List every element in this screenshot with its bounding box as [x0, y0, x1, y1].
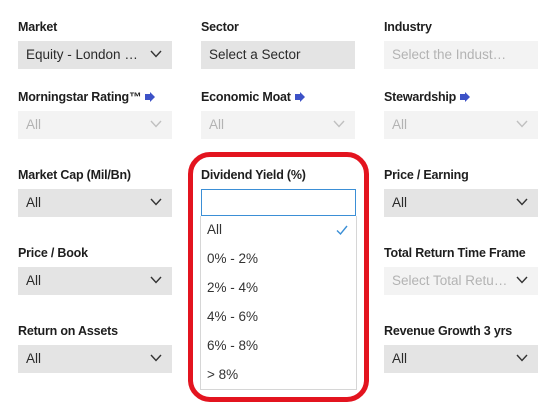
dividend-yield-option[interactable]: > 8%: [207, 363, 352, 387]
return-on-assets-label: Return on Assets: [18, 324, 118, 338]
sector-select[interactable]: Select a Sector: [201, 41, 355, 69]
stewardship-select[interactable]: All: [384, 111, 538, 139]
stewardship-label-text: Stewardship: [384, 90, 457, 104]
chevron-down-icon: [516, 120, 528, 128]
chevron-down-icon: [150, 120, 162, 128]
sector-select-value: Select a Sector: [209, 47, 301, 62]
return-on-assets-select[interactable]: All: [18, 345, 172, 373]
price-book-select-value: All: [26, 273, 42, 288]
economic-moat-label: Economic Moat: [201, 90, 305, 104]
economic-moat-select[interactable]: All: [201, 111, 355, 139]
market-cap-label: Market Cap (Mil/Bn): [18, 168, 131, 182]
industry-select[interactable]: Select the Industries: [384, 41, 538, 69]
option-label: > 8%: [207, 367, 239, 382]
sector-label: Sector: [201, 20, 239, 34]
chevron-down-icon: [516, 354, 528, 362]
price-earning-select[interactable]: All: [384, 189, 538, 217]
morningstar-rating-label: Morningstar Rating™: [18, 90, 156, 104]
option-label: 2% - 4%: [207, 280, 259, 295]
revenue-growth-select[interactable]: All: [384, 345, 538, 373]
chevron-down-icon: [150, 50, 162, 58]
option-label: 0% - 2%: [207, 251, 259, 266]
info-arrow-icon[interactable]: [460, 91, 471, 102]
market-select-value: Equity - London Sto…: [26, 47, 142, 62]
dividend-yield-options-list: All 0% - 2% 2% - 4% 4% - 6% 6% - 8% > 8%: [200, 216, 357, 390]
chevron-down-icon: [150, 354, 162, 362]
option-label: 6% - 8%: [207, 338, 259, 353]
dividend-yield-option[interactable]: 6% - 8%: [207, 334, 352, 358]
total-return-time-frame-label: Total Return Time Frame: [384, 246, 526, 260]
market-cap-select[interactable]: All: [18, 189, 172, 217]
morningstar-rating-select-value: All: [26, 117, 42, 132]
chevron-down-icon: [333, 120, 345, 128]
morningstar-rating-select[interactable]: All: [18, 111, 172, 139]
option-label: 4% - 6%: [207, 309, 259, 324]
revenue-growth-select-value: All: [392, 351, 408, 366]
economic-moat-label-text: Economic Moat: [201, 90, 291, 104]
info-arrow-icon[interactable]: [294, 91, 305, 102]
industry-select-value: Select the Industries: [392, 47, 508, 62]
dividend-yield-option[interactable]: 4% - 6%: [207, 305, 352, 329]
revenue-growth-label: Revenue Growth 3 yrs: [384, 324, 512, 338]
option-label: All: [207, 222, 223, 237]
price-book-select[interactable]: All: [18, 267, 172, 295]
total-return-time-frame-select-value: Select Total Return …: [392, 273, 508, 288]
checkmark-icon: [336, 225, 348, 236]
industry-label: Industry: [384, 20, 432, 34]
price-earning-label: Price / Earning: [384, 168, 469, 182]
price-book-label: Price / Book: [18, 246, 88, 260]
dividend-yield-option[interactable]: 0% - 2%: [207, 247, 352, 271]
chevron-down-icon: [150, 198, 162, 206]
info-arrow-icon[interactable]: [145, 91, 156, 102]
price-earning-select-value: All: [392, 195, 408, 210]
return-on-assets-select-value: All: [26, 351, 42, 366]
market-label: Market: [18, 20, 58, 34]
total-return-time-frame-select[interactable]: Select Total Return …: [384, 267, 538, 295]
morningstar-rating-label-text: Morningstar Rating™: [18, 90, 142, 104]
dividend-yield-option[interactable]: 2% - 4%: [207, 276, 352, 300]
dividend-yield-label: Dividend Yield (%): [201, 168, 306, 182]
market-cap-select-value: All: [26, 195, 42, 210]
chevron-down-icon: [516, 198, 528, 206]
stewardship-select-value: All: [392, 117, 408, 132]
stewardship-label: Stewardship: [384, 90, 471, 104]
economic-moat-select-value: All: [209, 117, 225, 132]
market-select[interactable]: Equity - London Sto…: [18, 41, 172, 69]
dividend-yield-option[interactable]: All: [207, 218, 352, 242]
chevron-down-icon: [516, 276, 528, 284]
dividend-yield-select[interactable]: [201, 189, 356, 216]
chevron-down-icon: [150, 276, 162, 284]
